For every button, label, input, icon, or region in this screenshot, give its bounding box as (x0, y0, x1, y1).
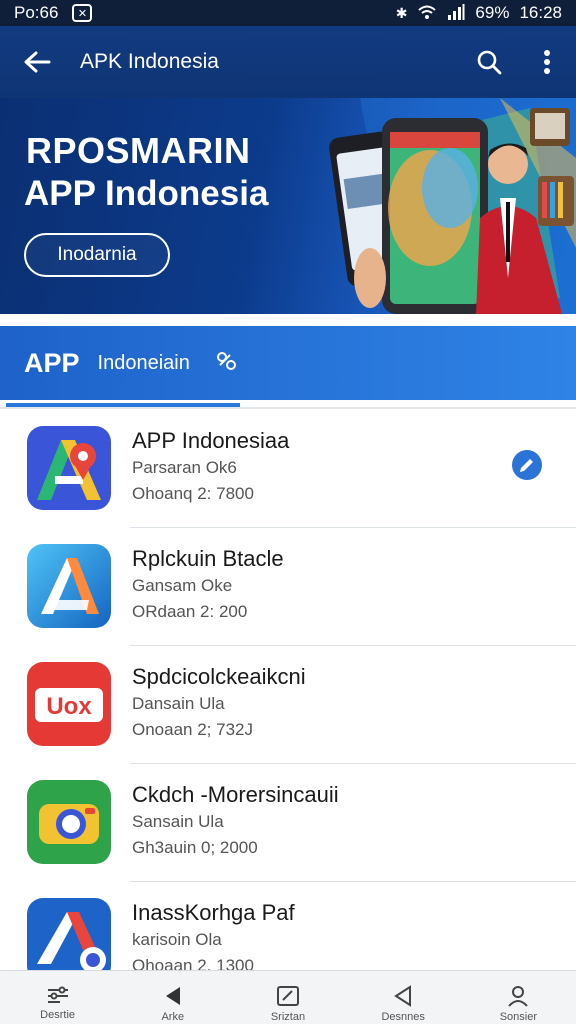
nav-label: Desrtie (40, 1009, 76, 1021)
app-meta: Ohoanq 2: 7800 (132, 484, 254, 503)
tab-divider (0, 407, 576, 409)
more-vertical-icon (544, 50, 550, 74)
signal-icon (447, 3, 465, 23)
status-clock: 16:28 (519, 3, 562, 22)
user-icon (508, 986, 529, 1007)
play-back-icon (165, 987, 180, 1005)
nav-item-desnnes[interactable]: Desnnes (346, 971, 461, 1024)
app-name: APP Indonesiaa (132, 428, 290, 453)
status-time-left: Po:66 (14, 3, 59, 22)
app-bar-title: APK Indonesia (80, 50, 219, 73)
app-name: InassKorhga Paf (132, 900, 295, 925)
nav-item-arke[interactable]: Arke (115, 971, 230, 1024)
filter-icon (47, 986, 68, 1003)
app-icon-vox: Uox (27, 662, 111, 746)
banner-button[interactable]: Inodarnia (24, 233, 170, 277)
banner-title-line1: RPOSMARIN (26, 130, 251, 171)
app-bar: APK Indonesia (0, 26, 576, 98)
nav-label: Desnnes (381, 1011, 425, 1023)
banner-title-line2: APP Indonesia (24, 174, 269, 213)
back-button[interactable] (0, 26, 74, 98)
more-options-button[interactable] (518, 26, 576, 98)
list-item[interactable]: APP Indonesiaa Parsaran Ok6 Ohoanq 2: 78… (0, 410, 576, 528)
section-title: APP (24, 347, 80, 378)
battery-level: 69% (475, 3, 510, 22)
app-list: APP Indonesiaa Parsaran Ok6 Ohoanq 2: 78… (0, 410, 576, 1000)
app-meta: Gh3auin 0; 2000 (132, 838, 258, 857)
back-triangle-icon (394, 985, 412, 1007)
nav-item-sonsier[interactable]: Sonsier (461, 971, 576, 1024)
app-icon-camera (27, 780, 111, 864)
search-button[interactable] (460, 26, 518, 98)
list-item[interactable]: Rplckuin Btacle Gansam Oke ORdaan 2: 200 (0, 528, 576, 646)
status-bar: Po:66 ✕ ✱ 69% 16:28 (0, 0, 576, 26)
search-icon (477, 50, 502, 75)
arrow-left-icon (24, 51, 51, 73)
app-meta: Onoaan 2; 732J (132, 720, 253, 739)
promo-banner[interactable]: RPOSMARIN APP Indonesia Inodarnia (0, 98, 576, 314)
notification-icon: ✕ (72, 4, 93, 22)
app-icon-a (27, 544, 111, 628)
list-item[interactable]: Uox Spdcicolckeaikcni Dansain Ula Onoaan… (0, 646, 576, 764)
app-publisher: Gansam Oke (132, 576, 233, 595)
banner-illustration (329, 98, 576, 314)
svg-text:Uox: Uox (46, 693, 92, 720)
edit-icon (276, 986, 299, 1006)
bluetooth-icon: ✱ (395, 4, 408, 21)
app-publisher: karisoin Ola (132, 930, 222, 949)
app-publisher: Dansain Ula (132, 694, 225, 713)
link-icon[interactable] (216, 351, 238, 376)
app-meta: ORdaan 2: 200 (132, 602, 248, 621)
app-name: Spdcicolckeaikcni (132, 664, 306, 689)
nav-item-sriztan[interactable]: Sriztan (230, 971, 345, 1024)
section-header: APP Indoneiain (0, 326, 576, 400)
list-item[interactable]: Ckdch -Morersincauii Sansain Ula Gh3auin… (0, 764, 576, 882)
nav-item-desrtie[interactable]: Desrtie (0, 971, 115, 1024)
app-icon-maps (27, 426, 111, 510)
installed-check-icon[interactable] (512, 450, 542, 480)
bottom-navigation: Desrtie Arke Sriztan Desnnes Sonsier (0, 970, 576, 1024)
app-name: Ckdch -Morersincauii (132, 782, 339, 807)
app-publisher: Sansain Ula (132, 812, 224, 831)
section-subtitle: Indoneiain (97, 351, 190, 374)
app-publisher: Parsaran Ok6 (132, 458, 237, 477)
nav-label: Sriztan (270, 1011, 306, 1023)
nav-label: Sonsier (499, 1011, 537, 1023)
app-name: Rplckuin Btacle (132, 546, 284, 571)
wifi-icon (417, 4, 437, 23)
nav-label: Arke (161, 1011, 185, 1023)
